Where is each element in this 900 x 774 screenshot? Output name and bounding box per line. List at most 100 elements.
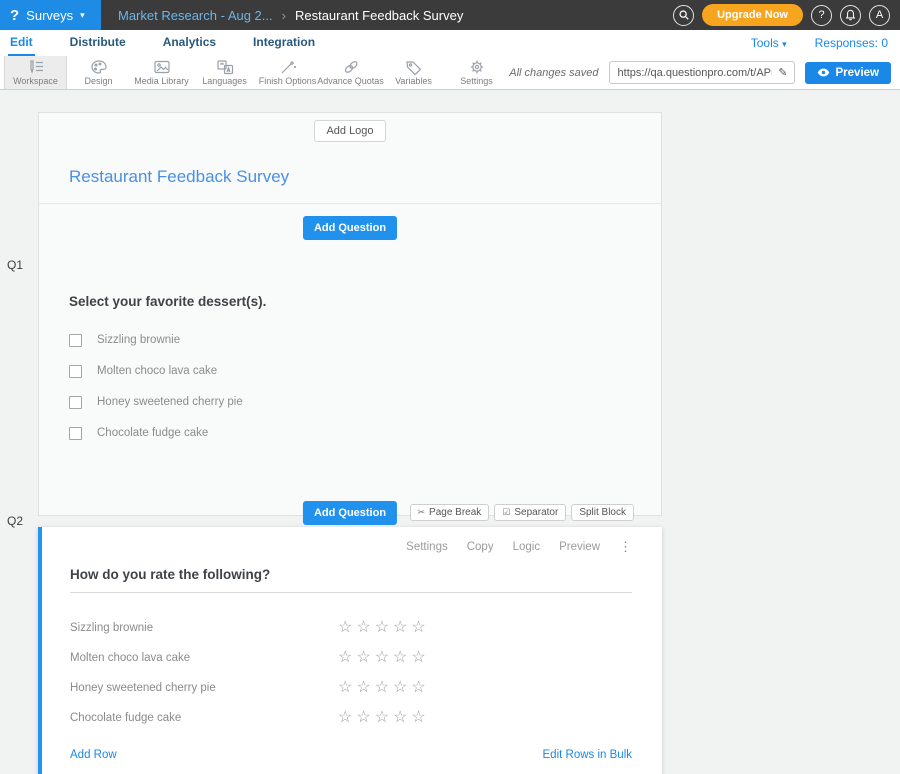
toolbar-item-settings[interactable]: Settings xyxy=(445,56,508,89)
add-row-link[interactable]: Add Row xyxy=(70,749,117,761)
rating-row-label[interactable]: Molten choco lava cake xyxy=(70,652,338,664)
breadcrumb-folder[interactable]: Market Research - Aug 2... xyxy=(118,8,273,23)
bell-icon xyxy=(845,9,856,21)
search-icon xyxy=(678,9,690,21)
survey-url-field[interactable]: https://qa.questionpro.com/t/APNrFZgS ✎ xyxy=(609,61,795,84)
topbar-actions: Upgrade Now ? A xyxy=(673,4,900,26)
tab-distribute[interactable]: Distribute xyxy=(68,30,128,56)
toolbar-item-label: Media Library xyxy=(134,76,189,86)
checkbox-option-4[interactable] xyxy=(69,427,82,440)
toolbar-item-label: Design xyxy=(84,76,112,86)
tabs-right-group: Tools ▾ Responses: 0 xyxy=(751,30,888,56)
toolbar-item-label: Settings xyxy=(460,76,493,86)
list-item: Honey sweetened cherry pie xyxy=(69,395,631,409)
toolbar-item-label: Languages xyxy=(202,76,247,86)
question-copy-link[interactable]: Copy xyxy=(467,541,494,553)
tools-menu[interactable]: Tools ▾ xyxy=(751,36,787,50)
add-question-button-top[interactable]: Add Question xyxy=(303,216,397,240)
edit-url-pencil-icon[interactable]: ✎ xyxy=(772,66,793,79)
toolbar-item-advance-quotas[interactable]: Advance Quotas xyxy=(319,56,382,89)
question-preview-link[interactable]: Preview xyxy=(559,541,600,553)
eye-icon xyxy=(817,68,830,77)
preview-button[interactable]: Preview xyxy=(805,62,891,84)
survey-url-text[interactable]: https://qa.questionpro.com/t/APNrFZgS xyxy=(610,67,773,79)
avatar-label: A xyxy=(876,9,883,21)
editor-toolbar: Workspace Design Media Library Languages… xyxy=(0,56,900,90)
add-logo-button[interactable]: Add Logo xyxy=(314,120,385,142)
option-label[interactable]: Chocolate fudge cake xyxy=(97,427,208,439)
table-row: Molten choco lava cake ☆☆☆☆☆ xyxy=(70,643,632,673)
image-icon xyxy=(152,59,172,75)
preview-label: Preview xyxy=(836,67,879,79)
toolbar-item-label: Workspace xyxy=(13,76,58,86)
workspace-icon xyxy=(26,59,46,75)
add-question-button-middle[interactable]: Add Question xyxy=(303,501,397,525)
toolbar-item-workspace[interactable]: Workspace xyxy=(4,56,67,89)
rating-row-label[interactable]: Chocolate fudge cake xyxy=(70,712,338,724)
split-block-button[interactable]: Split Block xyxy=(571,504,634,521)
breadcrumb: Market Research - Aug 2... › Restaurant … xyxy=(118,8,463,23)
toolbar-item-label: Advance Quotas xyxy=(317,76,384,86)
save-status: All changes saved xyxy=(509,67,598,79)
checkbox-option-1[interactable] xyxy=(69,334,82,347)
option-label[interactable]: Honey sweetened cherry pie xyxy=(97,396,243,408)
tab-integration[interactable]: Integration xyxy=(251,30,317,56)
separator-button[interactable]: ☑Separator xyxy=(494,504,566,521)
edit-rows-in-bulk-link[interactable]: Edit Rows in Bulk xyxy=(543,749,632,761)
responses-count[interactable]: Responses: 0 xyxy=(815,36,888,50)
checkbox-option-2[interactable] xyxy=(69,365,82,378)
account-avatar[interactable]: A xyxy=(869,5,890,26)
question-2-card: Settings Copy Logic Preview ⋮ How do you… xyxy=(38,527,662,774)
tab-analytics[interactable]: Analytics xyxy=(161,30,218,56)
kebab-menu-icon[interactable]: ⋮ xyxy=(619,539,632,555)
toolbar-item-design[interactable]: Design xyxy=(67,56,130,89)
question-number-q1: Q1 xyxy=(7,258,23,272)
list-item: Sizzling brownie xyxy=(69,333,631,347)
page-break-button[interactable]: ✂Page Break xyxy=(410,504,490,521)
star-rating-row-1[interactable]: ☆☆☆☆☆ xyxy=(338,620,430,636)
question-2-text[interactable]: How do you rate the following? xyxy=(70,567,632,593)
question-1-text[interactable]: Select your favorite dessert(s). xyxy=(69,294,631,309)
star-rating-row-2[interactable]: ☆☆☆☆☆ xyxy=(338,650,430,666)
page-break-label: Page Break xyxy=(429,507,481,518)
star-rating-row-4[interactable]: ☆☆☆☆☆ xyxy=(338,710,430,726)
table-row: Chocolate fudge cake ☆☆☆☆☆ xyxy=(70,703,632,733)
rating-row-label[interactable]: Sizzling brownie xyxy=(70,622,338,634)
palette-icon xyxy=(89,59,109,75)
question-settings-link[interactable]: Settings xyxy=(406,541,448,553)
breadcrumb-separator: › xyxy=(282,8,286,23)
separator-label: Separator xyxy=(514,507,558,518)
checkbox-option-3[interactable] xyxy=(69,396,82,409)
divider xyxy=(39,203,661,204)
tag-icon xyxy=(404,59,424,75)
translate-icon xyxy=(215,59,235,75)
toolbar-item-finish-options[interactable]: Finish Options xyxy=(256,56,319,89)
table-row: Sizzling brownie ☆☆☆☆☆ xyxy=(70,613,632,643)
tab-edit[interactable]: Edit xyxy=(8,30,35,56)
toolbar-item-media-library[interactable]: Media Library xyxy=(130,56,193,89)
question-logic-link[interactable]: Logic xyxy=(513,541,541,553)
option-label[interactable]: Sizzling brownie xyxy=(97,334,180,346)
surveys-menu[interactable]: ? Surveys ▾ xyxy=(0,0,101,30)
question-2-toolbar: Settings Copy Logic Preview ⋮ xyxy=(70,539,632,555)
question-number-q2: Q2 xyxy=(7,514,23,528)
survey-title[interactable]: Restaurant Feedback Survey xyxy=(69,167,661,187)
toolbar-item-languages[interactable]: Languages xyxy=(193,56,256,89)
search-button[interactable] xyxy=(673,5,694,26)
toolbar-item-label: Finish Options xyxy=(259,76,317,86)
star-rating-row-3[interactable]: ☆☆☆☆☆ xyxy=(338,680,430,696)
toolbar-item-variables[interactable]: Variables xyxy=(382,56,445,89)
surveys-menu-label: Surveys xyxy=(26,8,73,23)
help-button[interactable]: ? xyxy=(811,5,832,26)
section-tabs: Edit Distribute Analytics Integration To… xyxy=(0,30,900,56)
rating-row-label[interactable]: Honey sweetened cherry pie xyxy=(70,682,338,694)
toolbar-right-group: All changes saved https://qa.questionpro… xyxy=(509,56,900,89)
upgrade-now-button[interactable]: Upgrade Now xyxy=(702,4,803,26)
option-label[interactable]: Molten choco lava cake xyxy=(97,365,217,377)
breadcrumb-survey-name: Restaurant Feedback Survey xyxy=(295,8,463,23)
gear-icon xyxy=(467,59,487,75)
question-2-row-actions: Add Row Edit Rows in Bulk xyxy=(70,749,632,761)
question-1: Select your favorite dessert(s). Sizzlin… xyxy=(39,252,661,515)
list-item: Chocolate fudge cake xyxy=(69,426,631,440)
notifications-button[interactable] xyxy=(840,5,861,26)
